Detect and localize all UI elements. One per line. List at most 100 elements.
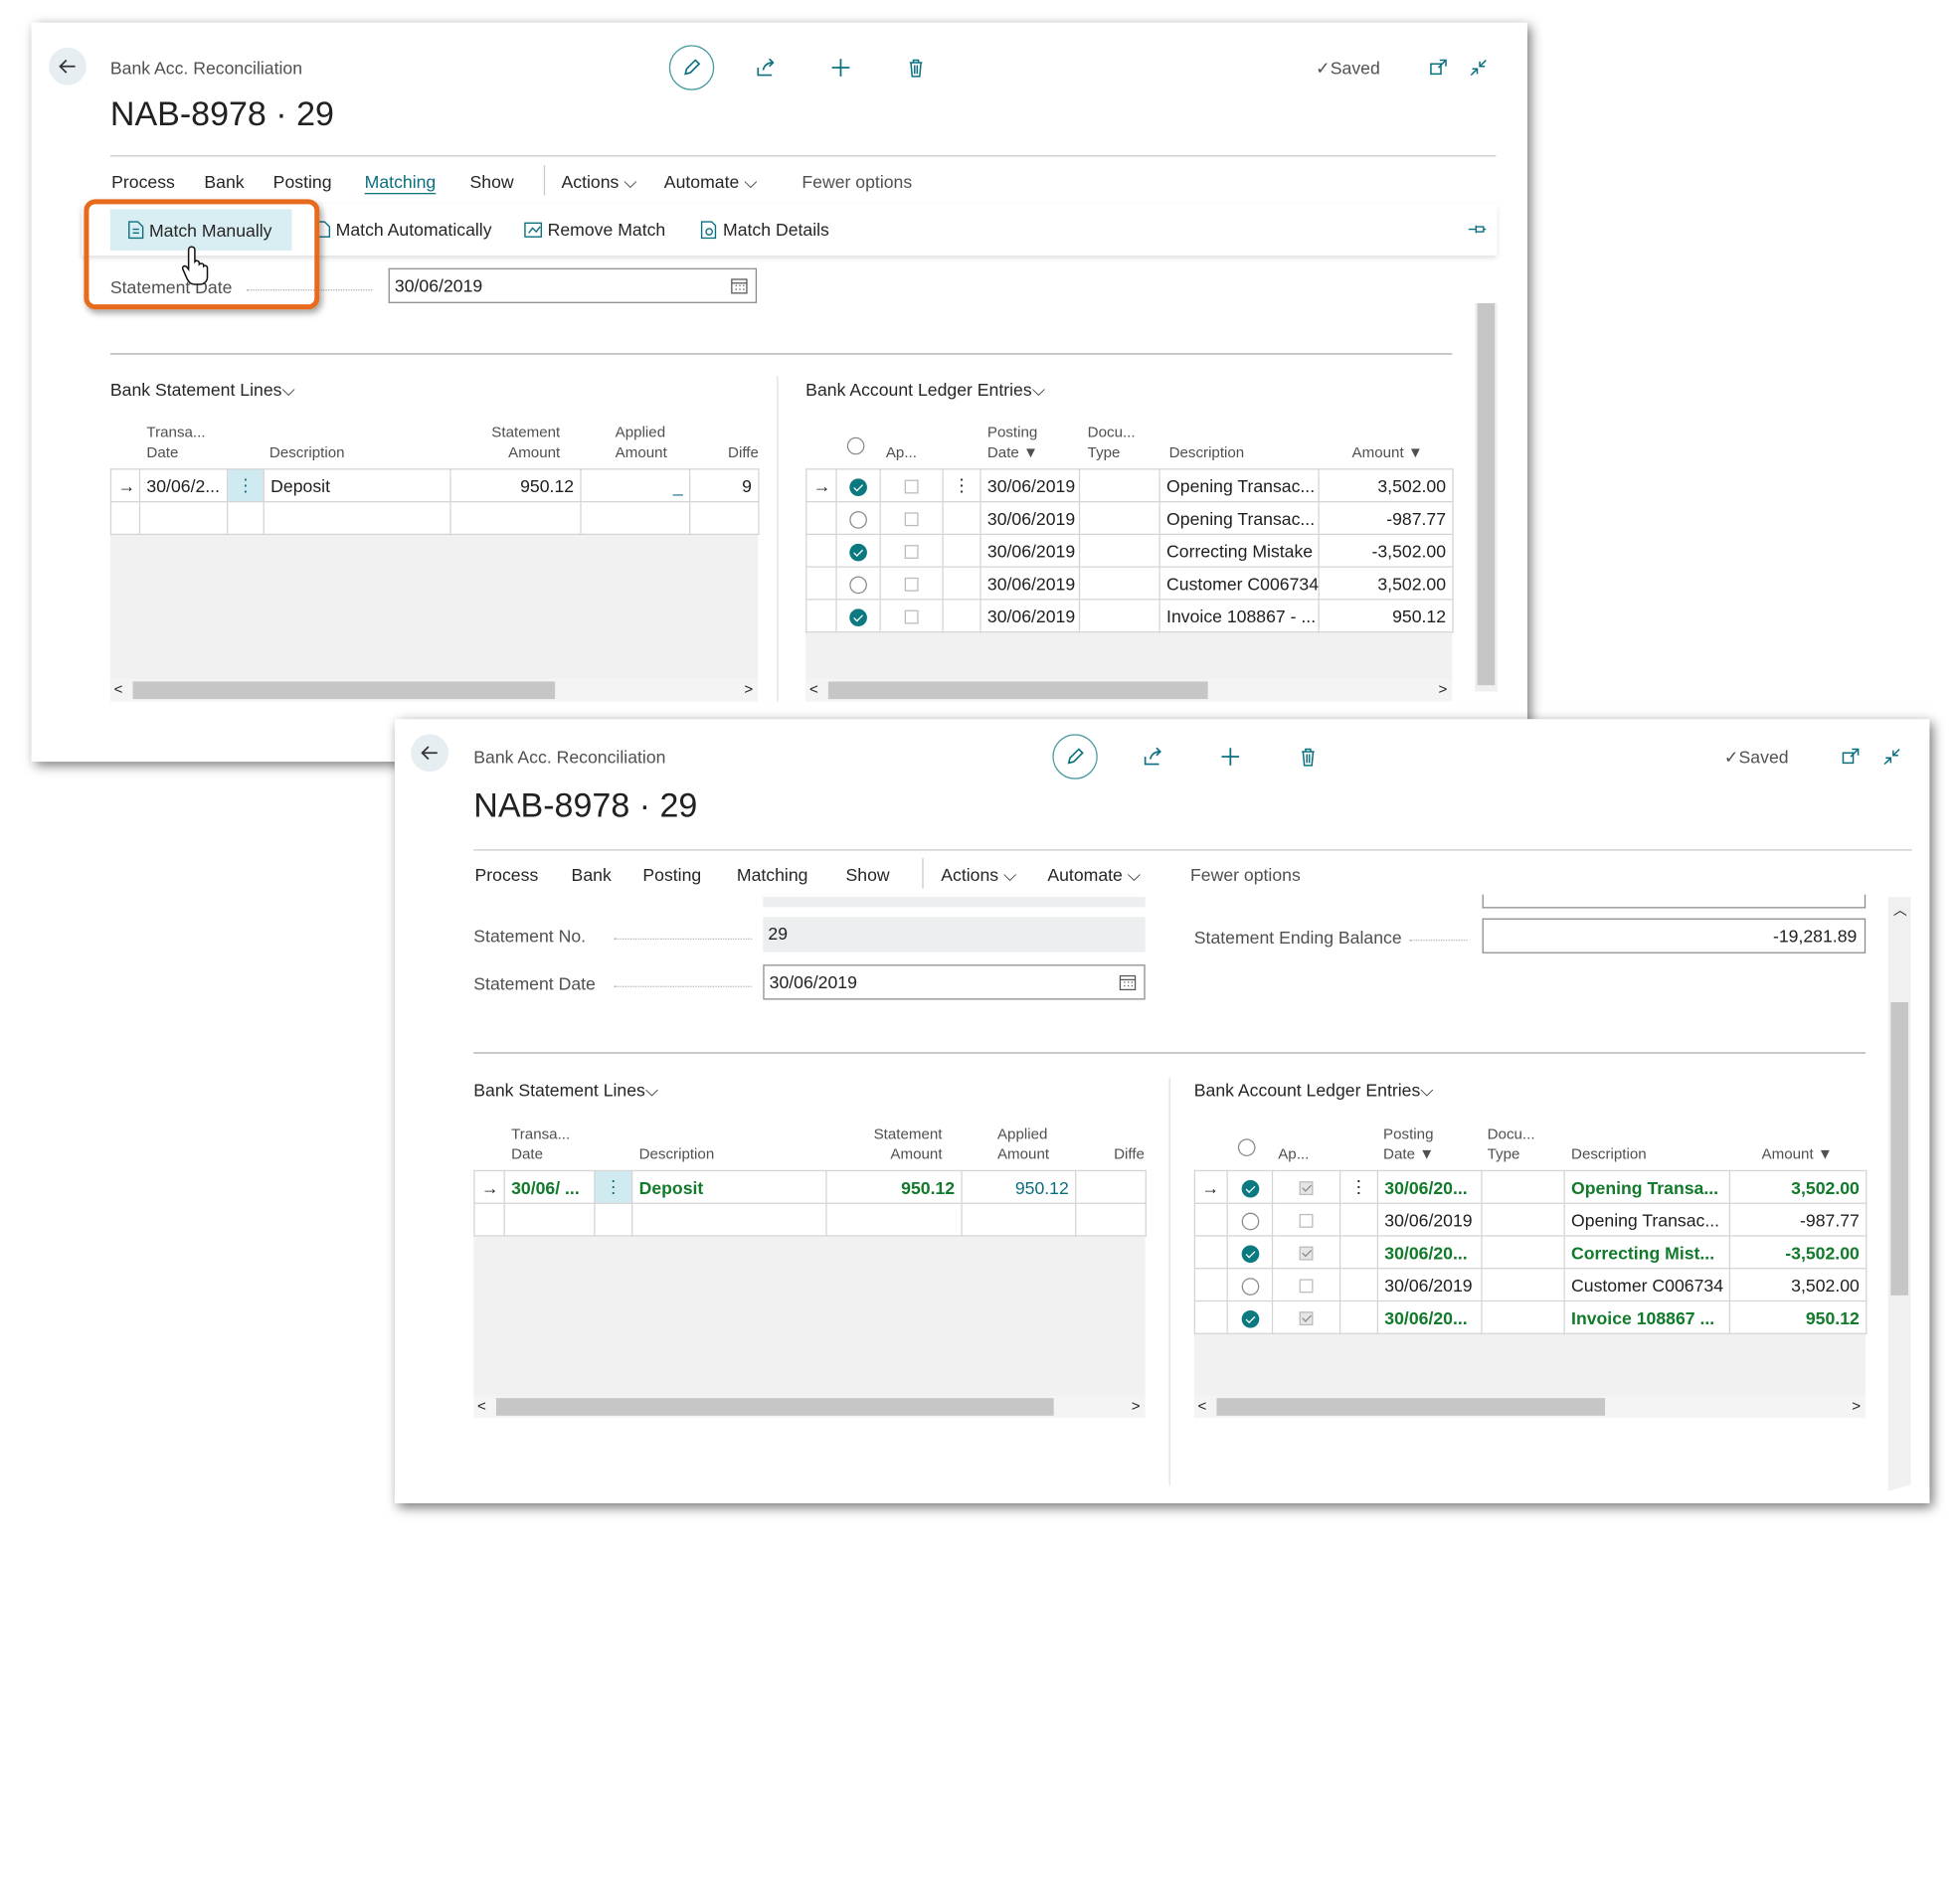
bank-lines-horizontal-scrollbar[interactable]: < > <box>473 1395 1146 1419</box>
menu-actions[interactable]: Actions ⌵ <box>941 864 1016 885</box>
applied-checkbox[interactable] <box>879 468 944 503</box>
description-cell[interactable]: Customer C006734 <box>1158 566 1320 601</box>
amount-cell[interactable]: -3,502.00 <box>1728 1235 1868 1270</box>
select-all-radio[interactable] <box>846 434 865 455</box>
row-menu-icon[interactable]: ⋮ <box>594 1169 633 1204</box>
delete-button[interactable] <box>903 55 928 80</box>
delete-button[interactable] <box>1296 744 1321 769</box>
transaction-date-cell[interactable]: 30/06/2... <box>138 468 229 503</box>
posting-date-cell[interactable]: 30/06/2019 <box>979 599 1081 633</box>
applied-checkbox[interactable] <box>1271 1202 1341 1237</box>
applied-checkbox[interactable] <box>1271 1235 1341 1270</box>
match-details-button[interactable]: Match Details <box>700 220 829 240</box>
amount-cell[interactable]: -987.77 <box>1318 501 1454 536</box>
description-cell[interactable]: Invoice 108867 - ... <box>1158 599 1320 633</box>
scroll-up-icon[interactable]: ︿ <box>1893 900 1907 920</box>
menu-actions[interactable]: Actions ⌵ <box>561 172 636 193</box>
posting-date-cell[interactable]: 30/06/2019 <box>979 566 1081 601</box>
applied-checkbox[interactable] <box>879 566 944 601</box>
row-select-radio[interactable] <box>1226 1202 1274 1237</box>
amount-cell[interactable]: -987.77 <box>1728 1202 1868 1237</box>
open-new-window-button[interactable] <box>1838 744 1863 769</box>
bank-statement-lines-title[interactable]: Bank Statement Lines⌵ <box>473 1080 658 1101</box>
ledger-horizontal-scrollbar[interactable]: < > <box>1193 1395 1867 1419</box>
amount-cell[interactable]: 3,502.00 <box>1318 566 1454 601</box>
column-header-description[interactable]: Description <box>639 1143 715 1163</box>
menu-fewer-options[interactable]: Fewer options <box>1190 864 1301 884</box>
table-row[interactable]: → ⋮ 30/06/2019 Opening Transac... 3,502.… <box>805 468 1454 503</box>
scroll-left-icon[interactable]: < <box>809 680 818 698</box>
page-scroll-thumb[interactable] <box>1890 1002 1908 1296</box>
bank-lines-horizontal-scrollbar[interactable]: < > <box>109 678 759 702</box>
description-cell[interactable]: Correcting Mist... <box>1563 1235 1731 1270</box>
statement-amount-cell[interactable]: 950.12 <box>449 468 582 503</box>
row-menu-icon[interactable]: ⋮ <box>942 468 981 503</box>
share-button[interactable] <box>753 55 778 80</box>
scroll-left-icon[interactable]: < <box>1198 1397 1207 1415</box>
menu-bank[interactable]: Bank <box>204 172 244 192</box>
bank-statement-lines-title[interactable]: Bank Statement Lines⌵ <box>110 380 295 401</box>
amount-cell[interactable]: 3,502.00 <box>1318 468 1454 503</box>
table-row[interactable]: → 30/06/2... ⋮ Deposit 950.12 _ 9 <box>109 468 760 503</box>
calendar-icon[interactable] <box>1119 973 1137 991</box>
menu-posting[interactable]: Posting <box>642 864 701 884</box>
applied-amount-cell[interactable]: 950.12 <box>961 1169 1077 1204</box>
scroll-right-icon[interactable]: > <box>744 680 753 698</box>
row-select-radio[interactable] <box>835 501 881 536</box>
scroll-thumb[interactable] <box>495 1398 1054 1416</box>
scroll-right-icon[interactable]: > <box>1132 1397 1141 1415</box>
menu-posting[interactable]: Posting <box>273 172 332 192</box>
posting-date-cell[interactable]: 30/06/2019 <box>1376 1268 1483 1302</box>
description-cell[interactable]: Customer C006734 <box>1563 1268 1731 1302</box>
table-row[interactable] <box>473 1202 1147 1237</box>
row-select-radio[interactable] <box>1226 1169 1274 1204</box>
new-button[interactable] <box>828 55 853 80</box>
collapse-button[interactable] <box>1466 55 1491 80</box>
open-new-window-button[interactable] <box>1426 55 1451 80</box>
description-cell[interactable]: Opening Transac... <box>1563 1202 1731 1237</box>
description-cell[interactable]: Deposit <box>631 1169 827 1204</box>
menu-matching[interactable]: Matching <box>365 172 437 192</box>
column-header-applied-amount[interactable]: Applied Amount <box>997 1124 1049 1163</box>
scroll-left-icon[interactable]: < <box>114 680 123 698</box>
row-select-radio[interactable] <box>835 533 881 568</box>
description-cell[interactable]: Invoice 108867 ... <box>1563 1299 1731 1334</box>
table-row[interactable]: 30/06/2019 Invoice 108867 - ... 950.12 <box>805 599 1454 633</box>
new-button[interactable] <box>1218 744 1243 769</box>
column-header-transaction-date[interactable]: Transa... Date <box>511 1124 570 1163</box>
column-header-posting-date[interactable]: Posting Date ▼ <box>987 423 1038 462</box>
select-all-radio[interactable] <box>1237 1136 1256 1156</box>
statement-date-field[interactable]: 30/06/2019 <box>388 267 758 303</box>
collapse-button[interactable] <box>1879 744 1904 769</box>
back-button[interactable] <box>49 47 87 86</box>
description-cell[interactable]: Correcting Mistake <box>1158 533 1320 568</box>
column-header-description[interactable]: Description <box>1169 442 1245 462</box>
row-select-radio[interactable] <box>1226 1235 1274 1270</box>
scroll-left-icon[interactable]: < <box>477 1397 486 1415</box>
row-menu-icon[interactable]: ⋮ <box>1338 1169 1378 1204</box>
column-header-applied[interactable]: Ap... <box>886 442 917 462</box>
table-row[interactable]: → 30/06/ ... ⋮ Deposit 950.12 950.12 <box>473 1169 1147 1204</box>
column-header-applied[interactable]: Ap... <box>1278 1143 1309 1163</box>
column-header-description[interactable]: Description <box>269 442 345 462</box>
applied-checkbox[interactable] <box>1271 1299 1341 1334</box>
amount-cell[interactable]: 950.12 <box>1728 1299 1868 1334</box>
page-scrollbar[interactable]: ︿ <box>1887 897 1911 1498</box>
back-button[interactable] <box>411 734 449 773</box>
row-select-radio[interactable] <box>1226 1268 1274 1302</box>
table-row[interactable]: 30/06/2019 Customer C006734 3,502.00 <box>1193 1268 1868 1302</box>
ending-balance-field[interactable]: -19,281.89 <box>1482 918 1867 953</box>
table-row[interactable]: 30/06/20... Correcting Mist... -3,502.00 <box>1193 1235 1868 1270</box>
row-select-radio[interactable] <box>835 468 881 503</box>
column-header-statement-amount[interactable]: Statement Amount <box>490 423 560 462</box>
applied-checkbox[interactable] <box>879 533 944 568</box>
amount-cell[interactable]: 3,502.00 <box>1728 1268 1868 1302</box>
posting-date-cell[interactable]: 30/06/2019 <box>979 501 1081 536</box>
column-header-document-type[interactable]: Docu... Type <box>1088 423 1136 462</box>
column-header-posting-date[interactable]: Posting Date ▼ <box>1383 1124 1434 1163</box>
column-header-statement-amount[interactable]: Statement Amount <box>869 1124 943 1163</box>
scroll-thumb[interactable] <box>827 681 1208 700</box>
document-type-cell[interactable] <box>1481 1169 1565 1204</box>
table-row[interactable]: 30/06/2019 Correcting Mistake -3,502.00 <box>805 533 1454 568</box>
applied-checkbox[interactable] <box>879 501 944 536</box>
